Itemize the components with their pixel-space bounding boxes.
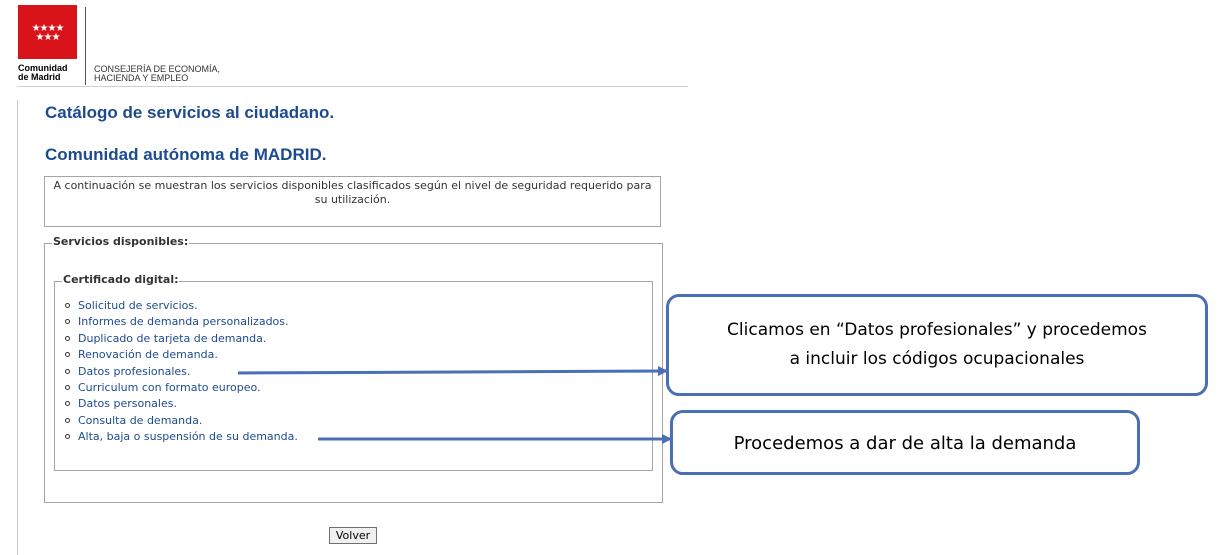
callout-1-line-2: a incluir los códigos ocupacionales — [789, 349, 1085, 369]
callout-1-line-1: Clicamos en “Datos profesionales” y proc… — [727, 320, 1147, 340]
callout-alta-demanda: Procedemos a dar de alta la demanda — [670, 410, 1140, 475]
callout-datos-profesionales: Clicamos en “Datos profesionales” y proc… — [666, 294, 1208, 396]
callout-2-text: Procedemos a dar de alta la demanda — [733, 433, 1077, 454]
arrow-to-datos-profesionales — [237, 366, 668, 377]
